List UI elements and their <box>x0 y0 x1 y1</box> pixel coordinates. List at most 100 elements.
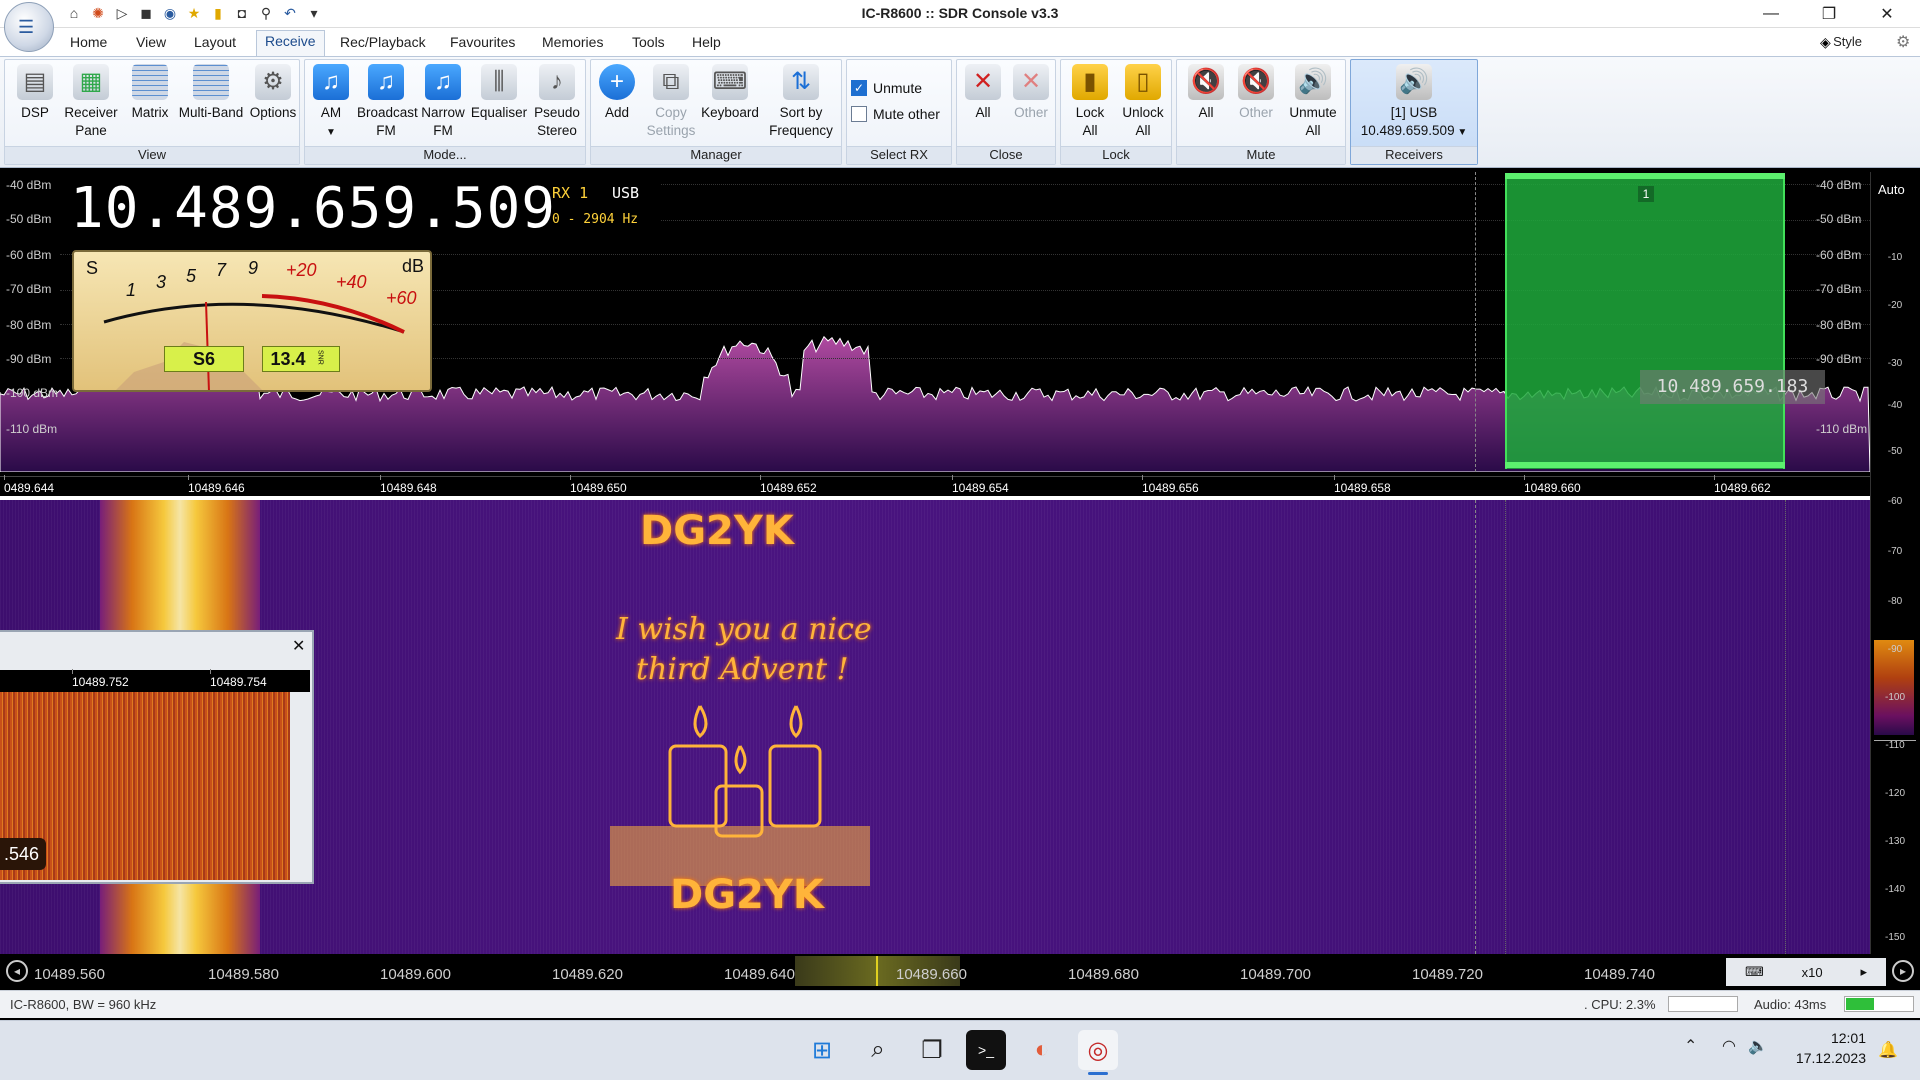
minimize-button[interactable]: — <box>1748 0 1794 28</box>
music-note-icon: ♫ <box>425 64 461 100</box>
s-scale-tick: 5 <box>186 266 197 286</box>
scroll-right-icon[interactable]: ▸ <box>1892 960 1914 982</box>
music-note-icon: ♫ <box>313 64 349 100</box>
pseudo-stereo-button[interactable]: ♪ Pseudo Stereo <box>531 64 583 140</box>
zoom-next-icon[interactable]: ▸ <box>1861 964 1868 980</box>
keyboard-icon: ⌨ <box>712 64 748 100</box>
axis-tick-label: 10489.720 <box>1412 966 1483 983</box>
unlock-all-button[interactable]: ▯ Unlock All <box>1117 64 1169 140</box>
db-unit-label: dB <box>402 256 425 276</box>
close-group: ✕ All ✕ Other Close <box>956 59 1056 165</box>
task-view-icon[interactable]: ❐ <box>912 1030 952 1070</box>
tab-tools[interactable]: Tools <box>624 32 673 52</box>
broadcast-fm-button[interactable]: ♫ Broadcast FM <box>355 64 418 140</box>
auto-scale-button[interactable]: Auto <box>1878 182 1905 197</box>
receiver-passband[interactable] <box>1505 173 1785 469</box>
settings-gear-icon[interactable]: ⚙ <box>1896 32 1910 52</box>
close-icon[interactable]: ✕ <box>292 636 305 656</box>
style-menu[interactable]: Style <box>1833 34 1862 49</box>
device-status: IC-R8600, BW = 960 kHz <box>10 997 157 1012</box>
sdr-console-icon[interactable]: ◎ <box>1078 1030 1118 1070</box>
app-menu-button[interactable]: ☰ <box>4 2 54 52</box>
axis-tick-label: 10489.646 <box>188 475 245 495</box>
wifi-icon[interactable]: ◠ <box>1722 1036 1736 1056</box>
browser-icon[interactable]: ◐ <box>1022 1030 1062 1070</box>
speaker-mute-icon: 🔇 <box>1238 64 1274 100</box>
manager-group: + Add ⧉ Copy Settings ⌨ Keyboard ⇅ Sort by F… <box>590 59 842 165</box>
mute-other-button[interactable]: 🔇 Other <box>1231 64 1281 122</box>
db-label: -40 dBm <box>1816 178 1862 192</box>
db-label: -110 dBm <box>6 422 58 436</box>
tray-overflow-icon[interactable]: ⌃ <box>1684 1036 1697 1056</box>
close-button[interactable]: ✕ <box>1864 0 1910 28</box>
status-bar: IC-R8600, BW = 960 kHz . CPU: 2.3% Audio… <box>0 990 1920 1018</box>
tab-receive[interactable]: Receive <box>256 30 325 56</box>
multi-band-button[interactable]: Multi-Band <box>175 64 247 122</box>
axis-tick-label: 10489.700 <box>1240 966 1311 983</box>
terminal-icon[interactable]: >_ <box>966 1030 1006 1070</box>
tab-memories[interactable]: Memories <box>534 32 611 52</box>
db-label: -70 dBm <box>1816 282 1862 296</box>
restore-button[interactable]: ❐ <box>1806 0 1852 28</box>
narrow-fm-button[interactable]: ♫ Narrow FM <box>419 64 467 140</box>
scale-label: -40 <box>1887 400 1903 411</box>
receiver-selector[interactable]: 🔊 [1] USB 10.489.659.509 ▼ <box>1355 64 1473 142</box>
speaker-icon: 🔊 <box>1396 64 1432 100</box>
matrix-icon <box>132 64 168 100</box>
lock-all-button[interactable]: ▮ Lock All <box>1065 64 1115 140</box>
tab-layout[interactable]: Layout <box>186 32 244 52</box>
db-scale-tick: +40 <box>336 272 367 292</box>
unmute-checkbox[interactable]: ✓ Unmute <box>851 80 922 96</box>
am-button[interactable]: ♫ AM ▼ <box>311 64 351 142</box>
dropdown-icon: ▼ <box>1454 127 1468 138</box>
receiver-pane-button[interactable]: ▦ Receiver Pane <box>59 64 123 140</box>
close-other-button[interactable]: ✕ Other <box>1009 64 1053 122</box>
tab-help[interactable]: Help <box>684 32 729 52</box>
start-icon[interactable]: ⊞ <box>802 1030 842 1070</box>
db-scale-right: -40 dBm -50 dBm -60 dBm -70 dBm -80 dBm … <box>1810 172 1870 472</box>
equaliser-button[interactable]: ⫼ Equaliser <box>469 64 529 122</box>
tab-home[interactable]: Home <box>62 32 115 52</box>
db-scale-tick: +20 <box>286 260 317 280</box>
options-button[interactable]: ⚙ Options <box>247 64 299 122</box>
s-unit-label: S <box>86 258 99 278</box>
dsp-button[interactable]: ▤ DSP <box>13 64 57 122</box>
copy-settings-button[interactable]: ⧉ Copy Settings <box>641 64 701 140</box>
passband-top-edge <box>1505 173 1785 179</box>
add-button[interactable]: + Add <box>597 64 637 122</box>
tab-favourites[interactable]: Favourites <box>442 32 523 52</box>
axis-tick-label: 10489.650 <box>570 475 627 495</box>
greeting-text: third Advent ! <box>636 652 849 687</box>
sort-by-frequency-button[interactable]: ⇅ Sort by Frequency <box>765 64 837 140</box>
scale-label: -130 <box>1884 836 1905 847</box>
mode-label[interactable]: USB <box>612 184 639 202</box>
passband-marker <box>1475 172 1476 472</box>
mute-other-checkbox[interactable]: Mute other <box>851 106 940 122</box>
volume-icon[interactable]: 🔈 <box>1748 1036 1768 1056</box>
close-all-button[interactable]: ✕ All <box>961 64 1005 122</box>
receivers-group-label: Receivers <box>1351 146 1477 164</box>
zoom-level[interactable]: x10 <box>1802 965 1823 980</box>
keyboard-button[interactable]: ⌨ Keyboard <box>697 64 763 122</box>
clock-date[interactable]: 17.12.2023 <box>1780 1050 1866 1066</box>
clock-time[interactable]: 12:01 <box>1780 1030 1866 1046</box>
taskbar <box>0 1020 1920 1080</box>
frequency-display[interactable]: 10.489.659.509 <box>70 176 556 241</box>
db-label: -80 dBm <box>1816 318 1862 332</box>
callsign-text: DG2YK <box>670 872 824 918</box>
db-label: -80 dBm <box>6 318 52 332</box>
scale-label: -150 <box>1884 932 1905 943</box>
matrix-button[interactable]: Matrix <box>125 64 175 122</box>
keyboard-icon[interactable]: ⌨ <box>1745 964 1764 980</box>
notification-bell-icon[interactable]: 🔔 <box>1878 1040 1898 1060</box>
s-scale-tick: 9 <box>248 258 259 278</box>
s-meter-reading: S6 <box>164 346 244 372</box>
unmute-all-button[interactable]: 🔊 Unmute All <box>1283 64 1343 140</box>
tab-view[interactable]: View <box>128 32 174 52</box>
speaker-mute-icon: 🔇 <box>1188 64 1224 100</box>
axis-tick-label: 10489.752 <box>72 669 129 689</box>
tab-rec-playback[interactable]: Rec/Playback <box>332 32 434 52</box>
mute-all-button[interactable]: 🔇 All <box>1181 64 1231 122</box>
scroll-left-icon[interactable]: ◂ <box>6 960 28 982</box>
search-icon[interactable]: ⌕ <box>858 1030 898 1070</box>
